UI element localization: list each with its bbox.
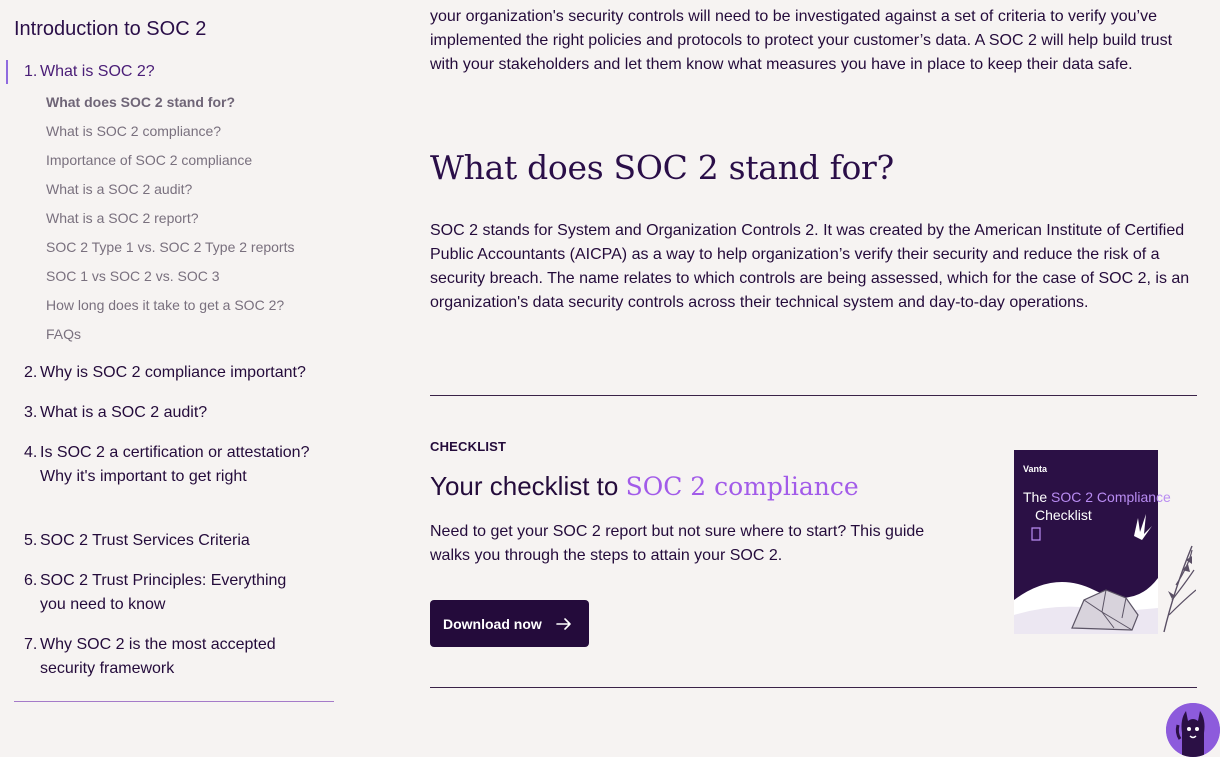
cta-description: Need to get your SOC 2 report but not su… [430, 523, 925, 564]
book-title-prefix: The [1023, 489, 1052, 505]
toc-subitem-faqs[interactable]: FAQs [46, 326, 81, 342]
cta-title-accent: SOC 2 compliance [625, 472, 859, 501]
toc-subitem-soc2-report[interactable]: What is a SOC 2 report? [46, 210, 199, 226]
toc-item-why-important[interactable]: 2. Why is SOC 2 compliance important? [14, 361, 324, 385]
llama-mascot-icon [1166, 703, 1220, 757]
toc-item-number: 5. [24, 532, 38, 549]
toc-item-number: 3. [24, 404, 38, 421]
chat-avatar-button[interactable] [1166, 703, 1220, 757]
toc-item-trust-principles[interactable]: 6. SOC 2 Trust Principles: Everything yo… [14, 569, 314, 617]
book-title: The SOC 2 Compliance Checklist [1023, 488, 1171, 524]
toc-subitem-importance[interactable]: Importance of SOC 2 compliance [46, 152, 252, 168]
table-of-contents: Introduction to SOC 2 1. What is SOC 2? … [0, 0, 340, 751]
toc-title: Introduction to SOC 2 [14, 18, 207, 40]
toc-subitem-type1-vs-type2[interactable]: SOC 2 Type 1 vs. SOC 2 Type 2 reports [46, 239, 295, 255]
toc-divider [14, 701, 334, 702]
toc-item-trust-services-criteria[interactable]: 5. SOC 2 Trust Services Criteria [14, 529, 324, 553]
toc-item-number: 4. [24, 444, 38, 461]
toc-item-number: 1. [24, 63, 38, 80]
toc-item-label: What is SOC 2? [40, 63, 155, 80]
toc-subitem-soc2-audit[interactable]: What is a SOC 2 audit? [46, 181, 192, 197]
toc-subitem-soc1-soc2-soc3[interactable]: SOC 1 vs SOC 2 vs. SOC 3 [46, 268, 220, 284]
toc-item-number: 2. [24, 364, 38, 381]
toc-item-certification-or-attestation[interactable]: 4. Is SOC 2 a certification or attestati… [14, 441, 314, 489]
download-button-label: Download now [443, 615, 542, 632]
book-title-highlight: SOC 2 Compliance [1051, 489, 1171, 505]
toc-subitem-how-long[interactable]: How long does it take to get a SOC 2? [46, 297, 284, 313]
book-brand: Vanta [1023, 464, 1048, 474]
toc-item-label: SOC 2 Trust Principles: Everything you n… [40, 572, 287, 613]
toc-item-label: Why SOC 2 is the most accepted security … [40, 636, 276, 677]
cta-title: Your checklist to SOC 2 compliance [430, 471, 859, 502]
intro-paragraph: your organization's security controls wi… [430, 8, 1173, 73]
toc-item-what-is-soc2[interactable]: 1. What is SOC 2? [14, 60, 324, 84]
arrow-right-icon [555, 617, 572, 631]
toc-item-most-accepted-framework[interactable]: 7. Why SOC 2 is the most accepted securi… [14, 633, 314, 681]
toc-item-number: 7. [24, 636, 38, 653]
toc-item-label: What is a SOC 2 audit? [40, 404, 208, 421]
toc-item-number: 6. [24, 572, 38, 589]
download-button[interactable]: Download now [430, 600, 589, 647]
divider-top [430, 395, 1197, 396]
active-indicator [6, 60, 8, 84]
book-illustration [1014, 514, 1196, 634]
cta-title-plain: Your checklist to [430, 471, 626, 501]
toc-item-label: Why is SOC 2 compliance important? [40, 364, 306, 381]
divider-bottom [430, 687, 1197, 688]
book-title-suffix: Checklist [1035, 507, 1092, 523]
toc-item-label: SOC 2 Trust Services Criteria [40, 532, 250, 549]
cta-eyebrow: CHECKLIST [430, 439, 507, 454]
checklist-book-cover: Vanta The SOC 2 Compliance Checklist [1014, 450, 1196, 634]
toc-subitem-soc2-compliance[interactable]: What is SOC 2 compliance? [46, 123, 221, 139]
toc-item-soc2-audit[interactable]: 3. What is a SOC 2 audit? [14, 401, 324, 425]
body-paragraph: SOC 2 stands for System and Organization… [430, 222, 1190, 311]
section-heading: What does SOC 2 stand for? [430, 148, 894, 187]
toc-subitem-soc2-stand-for[interactable]: What does SOC 2 stand for? [46, 94, 235, 110]
toc-item-label: Is SOC 2 a certification or attestation?… [40, 444, 310, 485]
